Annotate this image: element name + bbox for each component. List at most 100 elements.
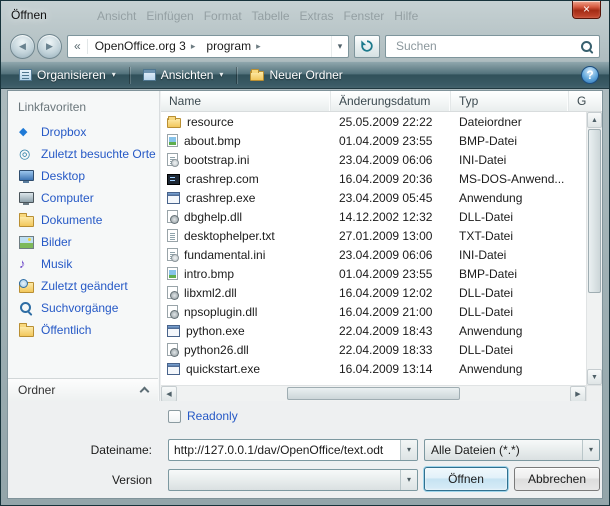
breadcrumb-label: OpenOffice.org 3 bbox=[88, 39, 190, 53]
music-icon bbox=[18, 257, 34, 271]
search-icon[interactable] bbox=[580, 40, 593, 53]
readonly-checkbox[interactable] bbox=[168, 410, 181, 423]
file-row[interactable]: about.bmp 01.04.2009 23:55 BMP-Datei bbox=[161, 131, 586, 150]
scroll-right-button[interactable] bbox=[570, 386, 586, 402]
arrow-right-icon bbox=[575, 391, 580, 398]
scroll-down-button[interactable] bbox=[587, 369, 602, 385]
close-button[interactable] bbox=[572, 1, 601, 19]
breadcrumb-chevron-icon[interactable] bbox=[190, 42, 200, 51]
ini-file-icon bbox=[167, 153, 178, 166]
titlebar[interactable]: Öffnen Ansicht Einfügen Format Tabelle E… bbox=[1, 1, 609, 31]
file-row[interactable]: desktophelper.txt 27.01.2009 13:00 TXT-D… bbox=[161, 226, 586, 245]
file-date: 01.04.2009 23:55 bbox=[331, 267, 451, 281]
close-icon bbox=[583, 3, 590, 15]
address-breadcrumb-bar[interactable]: OpenOffice.org 3 program bbox=[67, 35, 349, 58]
sidebar-item-label: Zuletzt besuchte Orte bbox=[41, 147, 156, 161]
views-icon bbox=[143, 69, 156, 81]
version-value bbox=[169, 470, 400, 490]
version-dropdown-button[interactable] bbox=[400, 470, 417, 490]
back-button[interactable] bbox=[10, 34, 35, 59]
search-box[interactable] bbox=[385, 35, 600, 58]
organize-button[interactable]: Organisieren bbox=[11, 65, 124, 85]
new-folder-label: Neuer Ordner bbox=[269, 68, 342, 82]
sidebar-item-computer[interactable]: Computer bbox=[8, 187, 159, 209]
horizontal-scroll-thumb[interactable] bbox=[287, 387, 460, 400]
file-name: about.bmp bbox=[184, 134, 241, 148]
navigation-bar: OpenOffice.org 3 program bbox=[1, 31, 609, 61]
sidebar-item-searches[interactable]: Suchvorgänge bbox=[8, 297, 159, 319]
sidebar-item-label: Suchvorgänge bbox=[41, 301, 118, 315]
help-button[interactable] bbox=[581, 66, 599, 84]
sidebar-item-label: Bilder bbox=[41, 235, 72, 249]
vertical-scrollbar[interactable] bbox=[586, 112, 602, 385]
file-row[interactable]: crashrep.com 16.04.2009 20:36 MS-DOS-Anw… bbox=[161, 169, 586, 188]
file-row[interactable]: npsoplugin.dll 16.04.2009 21:00 DLL-Date… bbox=[161, 302, 586, 321]
image-file-icon bbox=[167, 134, 178, 147]
filename-combobox[interactable] bbox=[168, 439, 418, 461]
chevron-down-icon bbox=[112, 71, 116, 79]
refresh-button[interactable] bbox=[354, 35, 380, 58]
column-header-name[interactable]: Name bbox=[161, 91, 331, 111]
open-button[interactable]: Öffnen bbox=[424, 467, 508, 491]
forward-button[interactable] bbox=[37, 34, 62, 59]
file-row[interactable]: bootstrap.ini 23.04.2009 06:06 INI-Datei bbox=[161, 150, 586, 169]
file-row[interactable]: resource 25.05.2009 22:22 Dateiordner bbox=[161, 112, 586, 131]
arrow-up-icon bbox=[591, 117, 598, 124]
sidebar-item-dropbox[interactable]: Dropbox bbox=[8, 121, 159, 143]
file-row[interactable]: python.exe 22.04.2009 18:43 Anwendung bbox=[161, 321, 586, 340]
sidebar-item-public[interactable]: Öffentlich bbox=[8, 319, 159, 341]
file-row[interactable]: intro.bmp 01.04.2009 23:55 BMP-Datei bbox=[161, 264, 586, 283]
new-folder-icon bbox=[250, 71, 264, 81]
column-header-size[interactable]: G bbox=[569, 91, 602, 111]
file-type: TXT-Datei bbox=[451, 229, 586, 243]
filename-dropdown-button[interactable] bbox=[400, 440, 417, 460]
filename-input[interactable] bbox=[169, 440, 400, 460]
file-row[interactable]: dbghelp.dll 14.12.2002 12:32 DLL-Datei bbox=[161, 207, 586, 226]
sidebar-item-recent-places[interactable]: Zuletzt besuchte Orte bbox=[8, 143, 159, 165]
sidebar-item-recently-changed[interactable]: Zuletzt geändert bbox=[8, 275, 159, 297]
breadcrumb-item-openoffice[interactable]: OpenOffice.org 3 bbox=[88, 36, 200, 57]
search-input[interactable] bbox=[394, 38, 580, 54]
file-row[interactable]: libxml2.dll 16.04.2009 12:02 DLL-Datei bbox=[161, 283, 586, 302]
application-file-icon bbox=[167, 363, 180, 375]
file-row[interactable]: quickstart.exe 16.04.2009 13:14 Anwendun… bbox=[161, 359, 586, 378]
cancel-button[interactable]: Abbrechen bbox=[514, 467, 600, 491]
column-header-date[interactable]: Änderungsdatum bbox=[331, 91, 451, 111]
breadcrumb-item-program[interactable]: program bbox=[199, 36, 264, 57]
scroll-left-button[interactable] bbox=[161, 386, 177, 402]
horizontal-scrollbar[interactable] bbox=[161, 385, 586, 401]
new-folder-button[interactable]: Neuer Ordner bbox=[242, 65, 350, 85]
filetype-select[interactable]: Alle Dateien (*.*) bbox=[424, 439, 600, 461]
file-type: INI-Datei bbox=[451, 248, 586, 262]
address-dropdown-button[interactable] bbox=[331, 36, 348, 57]
readonly-option[interactable]: Readonly bbox=[168, 409, 238, 423]
file-rows: resource 25.05.2009 22:22 Dateiordner ab… bbox=[161, 112, 586, 385]
sidebar-item-desktop[interactable]: Desktop bbox=[8, 165, 159, 187]
file-name: desktophelper.txt bbox=[184, 229, 275, 243]
refresh-icon bbox=[360, 39, 374, 53]
folders-expander[interactable]: Ordner bbox=[8, 378, 158, 401]
version-select[interactable] bbox=[168, 469, 418, 491]
filetype-dropdown-button[interactable] bbox=[582, 440, 599, 460]
sidebar-item-documents[interactable]: Dokumente bbox=[8, 209, 159, 231]
horizontal-scroll-track[interactable] bbox=[177, 386, 570, 401]
sidebar-item-pictures[interactable]: Bilder bbox=[8, 231, 159, 253]
help-icon bbox=[586, 69, 593, 81]
scroll-up-button[interactable] bbox=[587, 112, 602, 128]
file-row[interactable]: fundamental.ini 23.04.2009 06:06 INI-Dat… bbox=[161, 245, 586, 264]
breadcrumb-overflow-chevron[interactable] bbox=[68, 40, 87, 52]
sidebar-item-music[interactable]: Musik bbox=[8, 253, 159, 275]
file-date: 25.05.2009 22:22 bbox=[331, 115, 451, 129]
vertical-scroll-thumb[interactable] bbox=[588, 129, 601, 293]
window-title: Öffnen bbox=[11, 8, 47, 22]
file-row[interactable]: crashrep.exe 23.04.2009 05:45 Anwendung bbox=[161, 188, 586, 207]
dropbox-icon bbox=[18, 125, 34, 139]
file-type: Anwendung bbox=[451, 191, 586, 205]
breadcrumb-chevron-icon[interactable] bbox=[255, 42, 265, 51]
views-button[interactable]: Ansichten bbox=[135, 65, 232, 85]
file-row[interactable]: python26.dll 22.04.2009 18:33 DLL-Datei bbox=[161, 340, 586, 359]
searches-icon bbox=[18, 301, 34, 315]
views-label: Ansichten bbox=[161, 68, 214, 82]
file-date: 23.04.2009 06:06 bbox=[331, 248, 451, 262]
column-header-type[interactable]: Typ bbox=[451, 91, 569, 111]
